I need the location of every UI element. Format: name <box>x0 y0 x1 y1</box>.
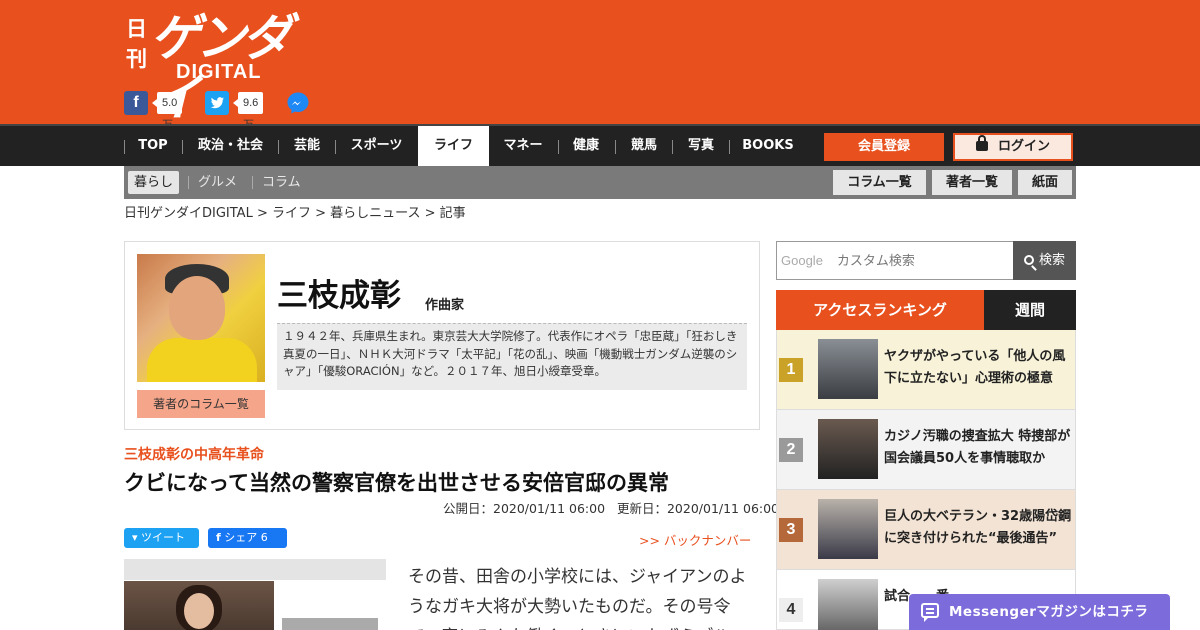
author-profile: 著者のコラム一覧 三枝成彰 作曲家 １９４２年、兵庫県生まれ。東京芸大大学院修了… <box>124 241 760 430</box>
nav-item-books[interactable]: BOOKS <box>738 126 798 166</box>
column-list-button[interactable]: コラム一覧 <box>833 170 926 195</box>
search-provider: Google <box>781 253 823 268</box>
tweet-button[interactable]: ▾ ツイート <box>124 528 199 548</box>
facebook-share-button[interactable]: f シェア 6 <box>208 528 287 548</box>
rank-number: 2 <box>779 438 803 462</box>
site-logo[interactable]: 日刊 ゲンダイ DIGITAL <box>126 9 306 127</box>
published-date: 公開日：2020/01/11 06:00 <box>443 501 606 516</box>
nav-divider <box>335 140 336 154</box>
tab-weekly[interactable]: 週間 <box>984 290 1076 330</box>
facebook-icon[interactable]: f <box>124 91 148 115</box>
twitter-icon[interactable] <box>205 91 229 115</box>
main-nav: TOP 政治・社会 芸能 スポーツ ライフ マネー 健康 競馬 写真 BOOKS… <box>0 124 1200 168</box>
logo-nikkan: 日刊 <box>126 16 147 71</box>
ranking-item[interactable]: 3 巨人の大ベテラン・32歳陽岱鋼に突き付けられた“最後通告” <box>776 490 1076 570</box>
paper-button[interactable]: 紙面 <box>1018 170 1072 195</box>
ranking-thumbnail <box>818 339 878 399</box>
ranking-tabs: アクセスランキング 週間 <box>776 290 1076 330</box>
series-title[interactable]: 三枝成彰の中高年革命 <box>124 444 264 464</box>
messenger-link[interactable] <box>286 91 310 115</box>
image-caption-bar <box>124 559 386 580</box>
lock-icon <box>975 135 988 151</box>
nav-item-keiba[interactable]: 競馬 <box>624 126 664 166</box>
updated-date: 更新日：2020/01/11 06:00 <box>616 501 780 516</box>
subnav-item-kurashi[interactable]: 暮らし <box>128 171 180 194</box>
ranking-thumbnail <box>818 499 878 559</box>
nav-divider <box>182 140 183 154</box>
tab-access-ranking[interactable]: アクセスランキング <box>776 290 984 330</box>
ranking-title: ヤクザがやっている「他人の風下に立たない」心理術の極意 <box>884 349 1066 386</box>
chat-icon <box>921 603 939 622</box>
login-label: ログイン <box>997 139 1050 154</box>
nav-divider <box>124 140 125 154</box>
messenger-magazine-button[interactable]: Messengerマガジンはコチラ <box>909 594 1170 630</box>
article-dates: 公開日：2020/01/11 06:00 更新日：2020/01/11 06:0… <box>443 498 779 517</box>
author-list-button[interactable]: 著者一覧 <box>932 170 1012 195</box>
breadcrumb[interactable]: 日刊ゲンダイDIGITAL > ライフ > 暮らしニュース > 記事 <box>124 206 466 222</box>
login-button[interactable]: ログイン <box>953 133 1073 161</box>
nav-divider <box>729 140 730 154</box>
nav-item-money[interactable]: マネー <box>497 126 549 166</box>
facebook-icon: f <box>216 531 221 544</box>
nav-divider <box>558 140 559 154</box>
subnav-item-gourmet[interactable]: グルメ <box>198 171 237 194</box>
nav-item-entertainment[interactable]: 芸能 <box>287 126 327 166</box>
rank-number: 4 <box>779 598 803 622</box>
search-icon <box>1023 255 1034 265</box>
author-photo <box>137 254 265 382</box>
author-name: 三枝成彰 <box>277 278 401 314</box>
ranking-title: 巨人の大ベテラン・32歳陽岱鋼に突き付けられた“最後通告” <box>884 509 1072 546</box>
author-bio: １９４２年、兵庫県生まれ。東京芸大大学院修了。代表作にオペラ「忠臣蔵」「狂おしき… <box>277 323 747 390</box>
search-input[interactable]: Google カスタム検索 <box>776 241 1013 280</box>
nav-divider <box>278 140 279 154</box>
messenger-label: Messengerマガジンはコチラ <box>949 604 1149 620</box>
article-body: その昔、田舎の小学校には、ジャイアンのようなガキ大将が大勢いたものだ。その号令で… <box>408 567 747 630</box>
nav-item-life[interactable]: ライフ <box>418 126 489 168</box>
ranking-thumbnail <box>818 579 878 630</box>
nav-divider <box>672 140 673 154</box>
messenger-icon[interactable] <box>286 91 310 115</box>
rank-number: 1 <box>779 358 803 382</box>
article-image[interactable] <box>124 581 274 630</box>
nav-divider <box>615 140 616 154</box>
ranking-item[interactable]: 2 カジノ汚職の捜査拡大 特捜部が国会議員50人を事情聴取か <box>776 410 1076 490</box>
search-button[interactable]: 検索 <box>1013 241 1076 280</box>
ranking-title: カジノ汚職の捜査拡大 特捜部が国会議員50人を事情聴取か <box>884 429 1071 466</box>
twitter-count: 9.6万 <box>232 92 264 131</box>
sub-nav: 暮らし グルメ コラム コラム一覧 著者一覧 紙面 <box>124 166 1076 199</box>
nav-item-health[interactable]: 健康 <box>566 126 606 166</box>
facebook-count: 5.0万 <box>151 92 183 131</box>
nav-item-sports[interactable]: スポーツ <box>345 126 408 166</box>
subnav-divider <box>252 176 253 189</box>
nav-item-politics[interactable]: 政治・社会 <box>192 126 269 166</box>
rank-number: 3 <box>779 518 803 542</box>
twitter-icon: ▾ <box>132 531 138 544</box>
article-title: クビになって当然の警察官僚を出世させる安倍官邸の異常 <box>124 471 669 495</box>
nav-item-photo[interactable]: 写真 <box>681 126 721 166</box>
search-placeholder: カスタム検索 <box>836 254 915 269</box>
author-columns-button[interactable]: 著者のコラム一覧 <box>137 390 265 418</box>
nav-item-top[interactable]: TOP <box>133 126 173 166</box>
register-button[interactable]: 会員登録 <box>824 133 944 161</box>
site-header: 日刊 ゲンダイ DIGITAL f 5.0万 9.6万 <box>0 0 1200 131</box>
ranking-thumbnail <box>818 419 878 479</box>
subnav-item-column[interactable]: コラム <box>262 171 301 194</box>
author-role: 作曲家 <box>425 298 465 313</box>
backnumber-link[interactable]: >> バックナンバー <box>639 530 751 549</box>
logo-digital: DIGITAL <box>176 61 262 83</box>
ranking-item[interactable]: 1 ヤクザがやっている「他人の風下に立たない」心理術の極意 <box>776 330 1076 410</box>
subnav-divider <box>188 176 189 189</box>
article-image-secondary <box>282 618 378 630</box>
